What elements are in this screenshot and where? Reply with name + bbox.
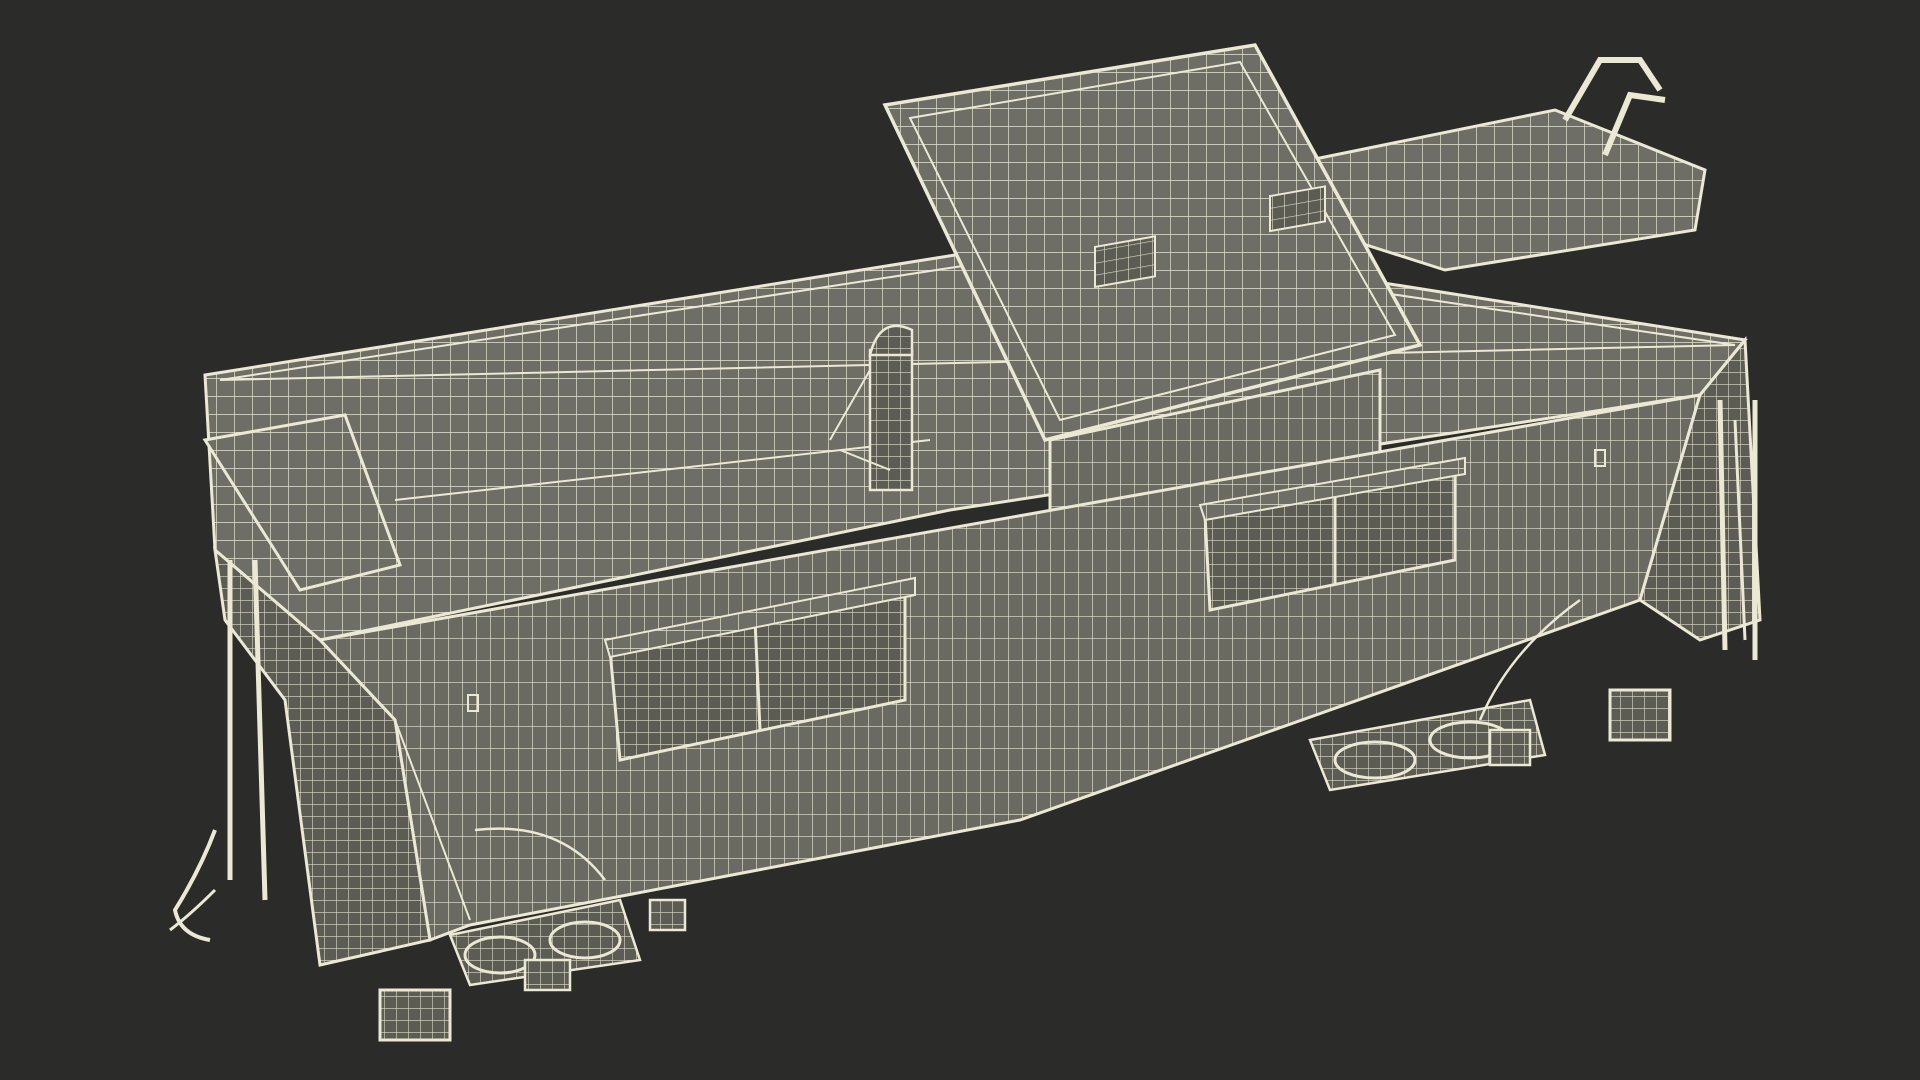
front-roof-walkway [1308,57,1707,272]
render-viewport [0,0,1920,1080]
caboose-wireframe [169,43,1762,1042]
